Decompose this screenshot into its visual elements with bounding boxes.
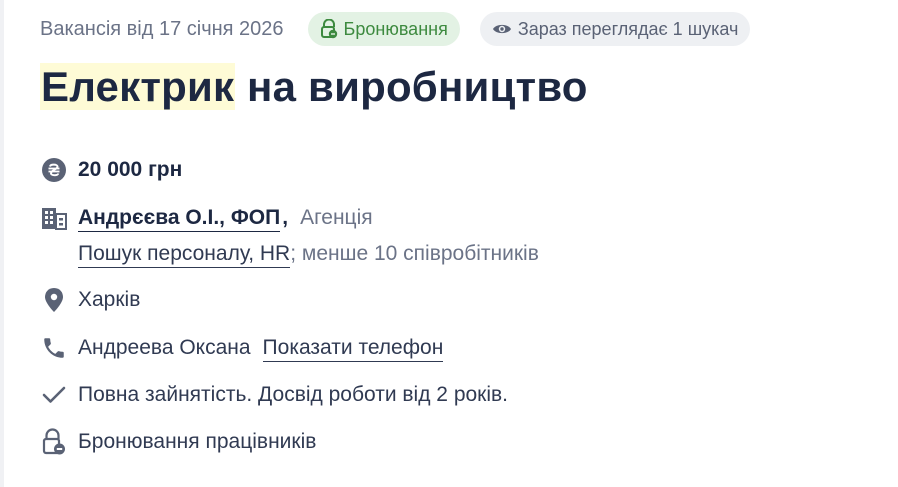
contact-name: Андреева Оксана bbox=[78, 336, 251, 359]
company-size: ; менше 10 співробітників bbox=[290, 242, 539, 265]
contact-line: Андреева Оксана Показати телефон bbox=[78, 334, 444, 362]
lock-badge-icon bbox=[40, 428, 68, 456]
lock-badge-icon bbox=[320, 19, 338, 39]
location-pin-icon bbox=[40, 286, 68, 314]
left-edge-rule bbox=[0, 0, 4, 487]
booking-line: Бронювання працівників bbox=[78, 430, 317, 453]
phone-icon bbox=[40, 334, 68, 362]
hryvnia-icon bbox=[40, 156, 68, 184]
eye-icon bbox=[492, 22, 512, 36]
city: Харків bbox=[78, 288, 141, 311]
company-sector-line: Пошук персоналу, HR; менше 10 співробітн… bbox=[78, 240, 539, 268]
show-phone-link[interactable]: Показати телефон bbox=[262, 336, 444, 362]
employment-details: Повна зайнятість. Досвід роботи від 2 ро… bbox=[78, 383, 509, 406]
posted-date: Вакансія від 17 січня 2026 bbox=[40, 18, 284, 40]
salary: 20 000 грн bbox=[78, 158, 183, 181]
viewers-badge: Зараз переглядає 1 шукач bbox=[479, 12, 751, 46]
company-name-link[interactable]: Андрєєва О.І., ФОП bbox=[78, 206, 281, 232]
booking-badge: Бронювання bbox=[307, 12, 460, 46]
vacancy-title-rest: на виробництво bbox=[235, 63, 588, 110]
viewers-badge-label: Зараз переглядає 1 шукач bbox=[517, 18, 739, 39]
vacancy-meta-row: Вакансія від 17 січня 2026 Бронювання За… bbox=[40, 12, 751, 46]
company-sector-link[interactable]: Пошук персоналу, HR bbox=[78, 242, 291, 268]
checkmark-icon bbox=[40, 381, 68, 409]
vacancy-title-highlight: Електрик bbox=[40, 63, 236, 110]
building-icon bbox=[40, 204, 68, 232]
company-line: Андрєєва О.І., ФОП, Агенція bbox=[78, 204, 373, 232]
company-type: Агенція bbox=[300, 206, 373, 229]
company-separator: , bbox=[282, 206, 289, 229]
booking-badge-label: Бронювання bbox=[343, 18, 448, 39]
vacancy-title: Електрик на виробництво bbox=[40, 56, 588, 118]
